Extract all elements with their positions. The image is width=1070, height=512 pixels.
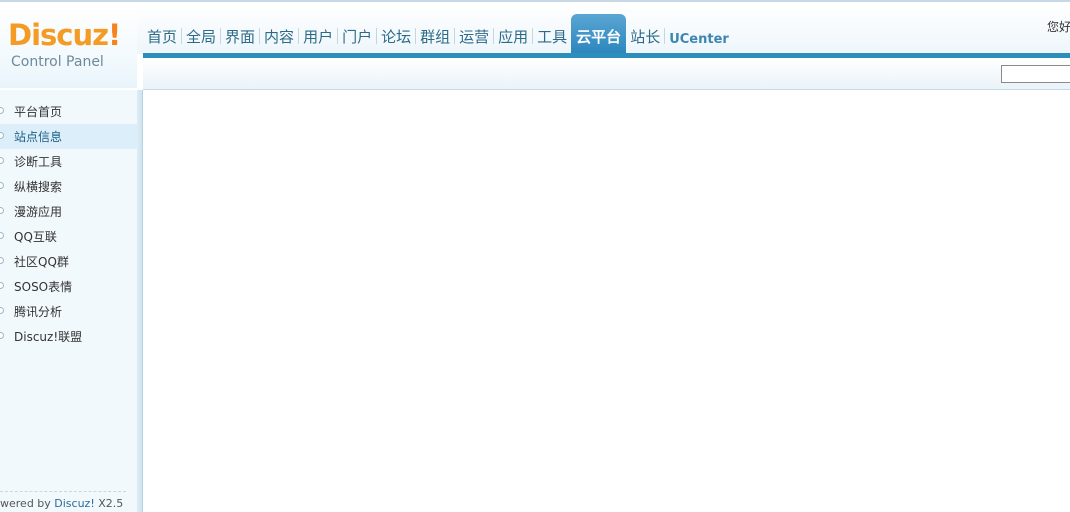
sidebar-item-label: 社区QQ群 [14, 255, 69, 269]
bullet-circle-icon [0, 332, 4, 339]
nav-tab-label: 云平台 [576, 28, 622, 46]
sidebar-item-label: 腾讯分析 [14, 305, 63, 319]
sidebar-item-label: 诊断工具 [14, 155, 63, 169]
sidebar-menu: 平台首页站点信息诊断工具纵横搜索漫游应用 QQ互联社区QQ群 SOSO表情 腾讯分析 D… [0, 99, 137, 349]
nav-tab-11[interactable]: 云平台 [571, 14, 627, 54]
bullet-circle-icon [0, 107, 4, 114]
nav-tab-label: 站长 [630, 28, 661, 46]
sidebar-item-4[interactable]: 漫游应用 [0, 199, 137, 224]
sidebar-item-0[interactable]: 平台首页 [0, 99, 137, 124]
nav-tab-8[interactable]: 运营 [455, 14, 493, 54]
sidebar-item-label: 站点信息 [14, 130, 63, 144]
nav-tab-label: 门户 [342, 28, 373, 46]
sidebar-item-6[interactable]: 社区QQ群 [0, 249, 137, 274]
sidebar-item-label: 平台首页 [14, 105, 63, 119]
powered-by: wered by Discuz! X2.5 [0, 497, 137, 510]
nav-tab-10[interactable]: 工具 [533, 14, 571, 54]
nav-tab-7[interactable]: 群组 [416, 14, 454, 54]
bullet-circle-icon [0, 182, 4, 189]
sidebar-item-label: QQ互联 [14, 230, 57, 244]
footer-version: X2.5 [94, 497, 124, 510]
nav-tab-1[interactable]: 全局 [182, 14, 220, 54]
bullet-circle-icon [0, 282, 4, 289]
sidebar-item-5[interactable]: QQ互联 [0, 224, 137, 249]
sidebar-item-label: Discuz!联盟 [14, 330, 83, 344]
sidebar-item-1[interactable]: 站点信息 [0, 124, 137, 149]
search-input[interactable] [1001, 65, 1070, 83]
nav-tab-label: UCenter [669, 32, 729, 47]
nav-tab-13[interactable]: UCenter [665, 14, 733, 54]
nav-tab-12[interactable]: 站长 [626, 14, 664, 54]
footer-prefix: wered by [0, 497, 55, 510]
sidebar-item-label: 纵横搜索 [14, 180, 63, 194]
nav-tab-5[interactable]: 门户 [338, 14, 376, 54]
sidebar-item-8[interactable]: 腾讯分析 [0, 299, 137, 324]
nav-tab-label: 全局 [186, 28, 217, 46]
nav-tab-6[interactable]: 论坛 [377, 14, 415, 54]
bullet-circle-icon [0, 232, 4, 239]
sidebar-item-3[interactable]: 纵横搜索 [0, 174, 137, 199]
nav-tab-label: 界面 [225, 28, 256, 46]
nav-tab-2[interactable]: 界面 [221, 14, 259, 54]
nav-tab-label: 论坛 [381, 28, 412, 46]
bullet-circle-icon [0, 207, 4, 214]
nav-tab-label: 内容 [264, 28, 295, 46]
nav-tab-label: 应用 [498, 28, 529, 46]
nav-tab-label: 首页 [147, 28, 178, 46]
sidebar-item-9[interactable]: Discuz!联盟 [0, 324, 137, 349]
nav-tab-0[interactable]: 首页 [143, 14, 181, 54]
logo-text: Discuz [8, 18, 109, 52]
nav-tab-4[interactable]: 用户 [299, 14, 337, 54]
sidebar-divider[interactable] [137, 90, 143, 512]
bullet-circle-icon [0, 157, 4, 164]
bullet-circle-icon [0, 307, 4, 314]
sub-header-bar [143, 58, 1070, 90]
logo-exclaim: ! [108, 18, 121, 52]
top-nav: 首页 全局 界面 内容 用户 门户 论坛 群组 运营 应用 工具 云平台 站长 UCenter [143, 14, 733, 54]
nav-tab-label: 群组 [420, 28, 451, 46]
bullet-circle-icon [0, 132, 4, 139]
sidebar-item-2[interactable]: 诊断工具 [0, 149, 137, 174]
logo-subtitle: Control Panel [11, 54, 104, 70]
bullet-circle-icon [0, 257, 4, 264]
nav-tab-9[interactable]: 应用 [494, 14, 532, 54]
nav-tab-3[interactable]: 内容 [260, 14, 298, 54]
logo-wordmark: Discuz! [8, 18, 121, 52]
footer-brand-link[interactable]: Discuz! [54, 497, 94, 510]
nav-tab-label: 用户 [303, 28, 334, 46]
sidebar-item-7[interactable]: SOSO表情 [0, 274, 137, 299]
main-content [144, 91, 1070, 512]
footer-divider [0, 491, 126, 492]
user-greeting: 您好 [1047, 20, 1070, 34]
sidebar-item-label: 漫游应用 [14, 205, 63, 219]
logo[interactable]: Discuz! Control Panel [0, 2, 137, 88]
nav-tab-label: 运营 [459, 28, 490, 46]
nav-tab-label: 工具 [537, 28, 568, 46]
sidebar-item-label: SOSO表情 [14, 280, 73, 294]
